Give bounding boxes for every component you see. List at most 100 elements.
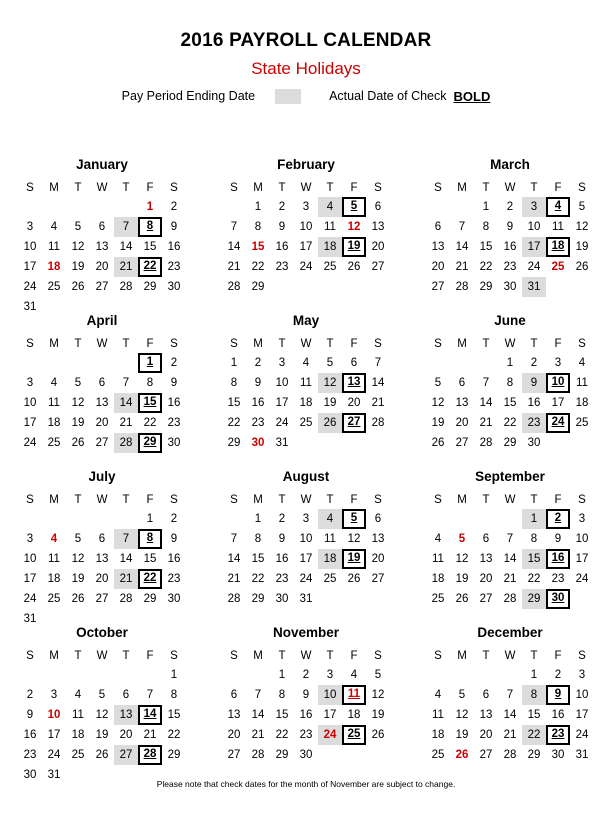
day-cell: 11 xyxy=(552,221,564,233)
day-cell: 26 xyxy=(71,593,85,605)
weekday-header: S xyxy=(170,650,178,662)
day-cell: 4 xyxy=(434,689,442,701)
day-cell: 9 xyxy=(170,533,178,545)
weekday-header: S xyxy=(170,182,178,194)
day-cell: 10 xyxy=(318,685,342,705)
day-cell: 23 xyxy=(167,573,181,585)
day-cell: 30 xyxy=(299,749,313,761)
day-cell: 6 xyxy=(98,377,106,389)
day-cell: 16 xyxy=(551,709,565,721)
day-cell: 28 xyxy=(138,745,162,765)
week-row: 6 7 8 9 10 11 12 xyxy=(204,685,408,705)
day-cell: 20 xyxy=(119,729,133,741)
day-cell-empty xyxy=(18,197,42,217)
day-cell: 17 xyxy=(23,417,37,429)
day-cell: 10 xyxy=(299,221,313,233)
day-cell-empty xyxy=(42,353,66,373)
day-cell: 15 xyxy=(167,709,181,721)
day-cell-empty xyxy=(42,509,66,529)
day-cell-empty xyxy=(474,665,498,685)
day-cell: 4 xyxy=(74,689,82,701)
month-name: September xyxy=(475,469,545,484)
day-cell: 6 xyxy=(98,533,106,545)
day-cell: 22 xyxy=(251,573,265,585)
week-row: 6 7 8 9 10 11 12 xyxy=(408,217,612,237)
week-row: 1 2 3 4 5 6 7 xyxy=(204,353,408,373)
day-cell: 13 xyxy=(342,373,366,393)
day-cell: 9 xyxy=(254,377,262,389)
day-cell: 7 xyxy=(230,533,238,545)
day-cell: 24 xyxy=(575,573,589,585)
day-cell: 13 xyxy=(371,533,385,545)
page-subtitle: State Holidays xyxy=(251,58,361,78)
day-cell-empty xyxy=(450,509,474,529)
day-cell-empty xyxy=(366,277,390,297)
day-cell-empty xyxy=(18,509,42,529)
week-row: 24 25 26 27 28 29 30 xyxy=(0,433,204,453)
day-cell: 15 xyxy=(275,709,289,721)
day-cell-empty xyxy=(570,589,594,609)
day-cell: 25 xyxy=(431,749,445,761)
week-row: 123 xyxy=(408,665,612,685)
day-cell: 29 xyxy=(138,433,162,453)
weekday-header: T xyxy=(482,338,490,350)
month-block: August S M T W T F S 1 2 3 4 5 6 7 8 9 10 11 12 13 14 15 16 17 18… xyxy=(204,469,408,625)
week-row: 24 25 26 27 28 29 30 xyxy=(0,589,204,609)
day-cell-empty xyxy=(474,509,498,529)
day-cell: 30 xyxy=(275,593,289,605)
day-cell: 2 xyxy=(26,689,34,701)
day-cell: 29 xyxy=(251,281,265,293)
week-row: 24 25 26 27 28 29 30 xyxy=(0,277,204,297)
day-cell-empty xyxy=(450,197,474,217)
day-cell: 19 xyxy=(71,417,85,429)
day-cell: 18 xyxy=(546,237,570,257)
day-cell: 26 xyxy=(575,261,589,273)
day-cell: 21 xyxy=(503,573,517,585)
day-cell: 24 xyxy=(23,593,37,605)
day-cell: 9 xyxy=(522,373,546,393)
day-cell-empty xyxy=(270,277,294,297)
day-cell: 26 xyxy=(371,729,385,741)
day-cell: 28 xyxy=(119,281,133,293)
day-cell: 15 xyxy=(527,709,541,721)
weekday-header: T xyxy=(278,650,286,662)
day-cell: 8 xyxy=(230,377,238,389)
day-cell: 1 xyxy=(138,353,162,373)
day-cell-empty xyxy=(294,277,318,297)
weekday-header-row: SMTWTFS xyxy=(204,335,408,353)
weekday-header: S xyxy=(26,338,34,350)
day-cell: 15 xyxy=(251,241,265,253)
day-cell: 23 xyxy=(275,573,289,585)
day-cell-empty xyxy=(18,353,42,373)
day-cell: 11 xyxy=(72,709,84,721)
day-cell: 19 xyxy=(455,729,469,741)
day-cell: 12 xyxy=(575,221,589,233)
week-row: 12 xyxy=(0,509,204,529)
day-cell: 14 xyxy=(371,377,385,389)
day-cell: 7 xyxy=(146,689,154,701)
week-row: 4 5 6 7 8 9 10 xyxy=(408,685,612,705)
day-cell: 5 xyxy=(342,197,366,217)
day-cell-empty xyxy=(366,433,390,453)
day-cell: 8 xyxy=(170,689,178,701)
day-cell-empty xyxy=(426,665,450,685)
day-cell: 26 xyxy=(71,437,85,449)
day-cell: 3 xyxy=(50,689,58,701)
weekday-header: W xyxy=(300,338,312,350)
day-cell: 21 xyxy=(227,261,241,273)
weekday-header: S xyxy=(434,650,442,662)
day-cell: 12 xyxy=(95,709,109,721)
week-row: 25 26 27 28 29 30 xyxy=(408,589,612,609)
week-row: 9 10 11 12 13 14 15 xyxy=(0,705,204,725)
month-name: June xyxy=(494,313,526,328)
week-row: 123 xyxy=(408,509,612,529)
day-cell: 22 xyxy=(479,261,493,273)
week-row: 10 11 12 13 14 15 16 xyxy=(0,549,204,569)
day-cell: 23 xyxy=(167,261,181,273)
day-cell: 23 xyxy=(23,749,37,761)
day-cell: 28 xyxy=(455,281,469,293)
day-cell: 2 xyxy=(278,513,286,525)
day-cell: 13 xyxy=(95,241,109,253)
weekday-header: T xyxy=(74,494,82,506)
day-cell: 17 xyxy=(47,729,61,741)
